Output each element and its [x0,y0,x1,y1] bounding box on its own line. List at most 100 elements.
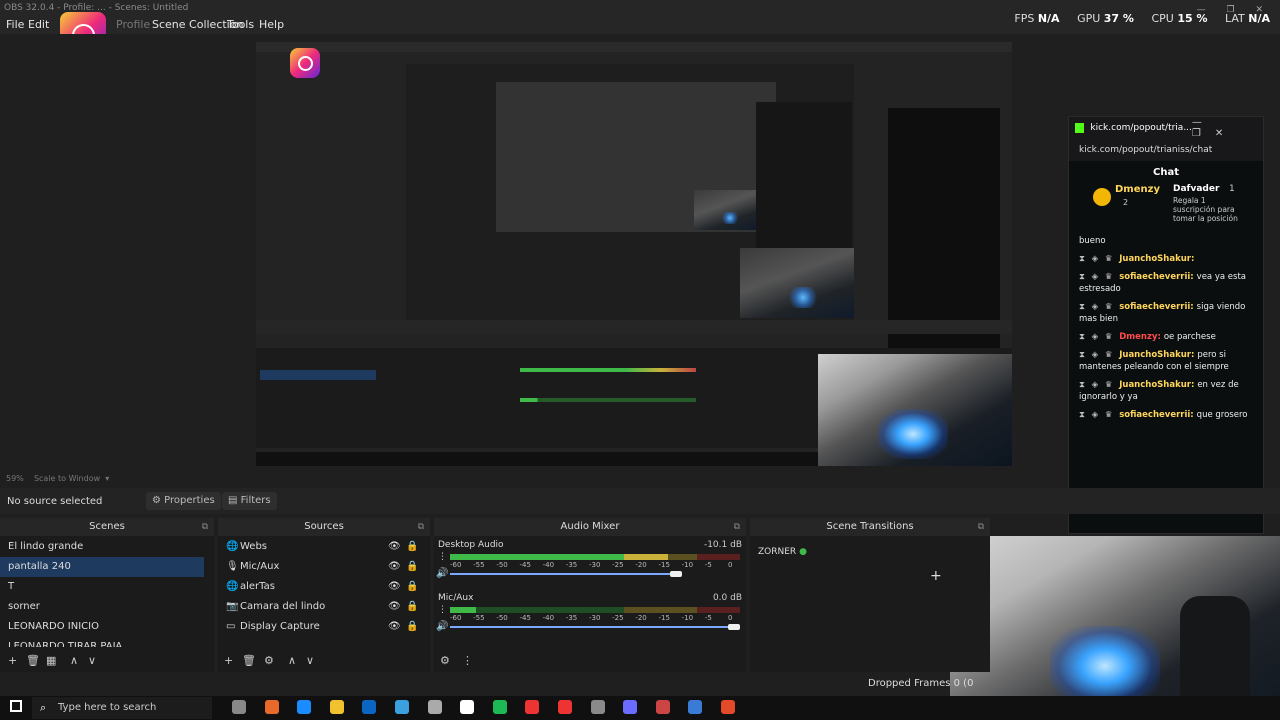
copilot-icon[interactable] [264,700,279,714]
menu-file[interactable]: File [6,18,24,31]
undock-icon[interactable]: ⧉ [978,518,984,536]
lock-icon[interactable]: 🔒 [406,557,418,577]
undock-icon[interactable]: ⧉ [202,518,208,536]
chat-url-bar[interactable]: kick.com/popout/trianiss/chat [1069,139,1263,161]
github-icon[interactable] [590,700,605,714]
chat-username[interactable]: sofiaecheverrii: [1119,302,1196,312]
undock-icon[interactable]: ⧉ [418,518,424,536]
tick-label: -45 [519,561,531,569]
chevron-down-icon[interactable]: ▾ [103,474,109,483]
tick-label: -55 [473,561,485,569]
properties-label: Properties [164,495,215,506]
eye-icon[interactable]: 👁 [388,617,401,637]
source-item[interactable]: 🌐 alerTas 👁 🔒 [222,577,426,597]
volume-slider[interactable] [450,626,740,628]
scenes-dock-header: Scenes ⧉ [0,518,214,536]
eye-icon[interactable]: 👁 [388,537,401,557]
undock-icon[interactable]: ⧉ [734,518,740,536]
source-item[interactable]: ▭ Display Capture 👁 🔒 [222,617,426,637]
discord-icon[interactable] [623,700,638,714]
chat-username[interactable]: JuanchoShakur: [1119,254,1194,264]
add-scene-button[interactable]: + [8,654,17,667]
current-transition[interactable]: ZORNER ● [758,547,807,557]
eye-icon[interactable]: 👁 [388,577,401,597]
source-item[interactable]: 📷 Camara del lindo 👁 🔒 [222,597,426,617]
scale-mode[interactable]: Scale to Window [34,474,100,483]
task-view-icon[interactable] [232,700,246,714]
scene-item[interactable]: pantalla 240 [0,557,204,577]
app-red-icon[interactable] [655,700,670,714]
audio-mixer-dock: Audio Mixer ⧉ Desktop Audio -10.1 dB -60 -5… [434,518,746,672]
taskbar-search[interactable]: ⌕ Type here to search [32,697,212,719]
tick-label: -35 [565,561,578,569]
lock-icon[interactable]: 🔒 [406,617,418,637]
store-icon[interactable] [427,700,442,714]
volume-slider-handle[interactable] [728,624,740,630]
source-label: alerTas [240,581,275,592]
badge-icons: ⧗ ◈ ♛ [1079,302,1120,312]
vpn-icon[interactable] [688,700,703,714]
tick-label: -60 [450,561,462,569]
opera-icon[interactable] [558,700,572,714]
tick-label: 0 [728,561,733,569]
source-properties-button[interactable]: ⚙ [264,654,274,667]
menu-tools[interactable]: Tools [227,18,254,31]
brave-icon[interactable] [721,700,735,714]
chat-username[interactable]: sofiaecheverrii: [1119,410,1196,420]
chat-header: Chat [1153,167,1179,178]
menu-help[interactable]: Help [259,18,284,31]
chat-window-controls[interactable]: —❐✕ [1192,117,1257,139]
move-up-button[interactable]: ∧ [70,654,78,667]
sources-dock: Sources ⧉ 🌐 Webs 👁 🔒 🎙 Mic/Aux 👁 🔒 🌐 alerTas 👁 🔒 📷 Ca… [218,518,430,672]
scene-filters-button[interactable]: ▦ [46,654,56,667]
tick-label: -40 [542,561,555,569]
scene-item[interactable]: El lindo grande [0,537,204,557]
add-source-button[interactable]: + [224,654,233,667]
eye-icon[interactable]: 👁 [388,597,401,617]
remove-source-button[interactable]: 🗑 [242,654,256,667]
properties-button[interactable]: ⚙ Properties [146,492,221,510]
chat-username[interactable]: JuanchoShakur: [1119,380,1197,390]
scene-item[interactable]: LEONARDO TIRAR PAJA [0,637,204,647]
filters-button[interactable]: ▤ Filters [222,492,277,510]
chat-username[interactable]: sofiaecheverrii: [1119,272,1196,282]
source-up-button[interactable]: ∧ [288,654,296,667]
speaker-icon[interactable]: 🔊 [436,568,448,579]
lock-icon[interactable]: 🔒 [406,537,418,557]
volume-slider-handle[interactable] [670,571,682,577]
channel-menu-icon[interactable]: ⋮ [438,552,447,562]
chrome-icon[interactable] [525,700,540,714]
source-item[interactable]: 🎙 Mic/Aux 👁 🔒 [222,557,426,577]
scene-item[interactable]: T [0,577,204,597]
chat-username[interactable]: JuanchoShakur: [1119,350,1197,360]
app-icon[interactable] [460,700,475,714]
scene-item[interactable]: LEONARDO INICIO [0,617,204,637]
move-down-button[interactable]: ∨ [88,654,96,667]
edge-icon[interactable] [297,700,312,714]
channel-menu-icon[interactable]: ⋮ [438,605,447,615]
lock-icon[interactable]: 🔒 [406,597,418,617]
volume-slider[interactable] [450,573,682,575]
badge-icons: ⧗ ◈ ♛ [1079,410,1120,420]
zoom-level[interactable]: 59% [6,474,24,483]
steam-icon[interactable] [395,700,409,714]
source-down-button[interactable]: ∨ [306,654,314,667]
eye-icon[interactable]: 👁 [388,557,401,577]
source-item[interactable]: 🌐 Webs 👁 🔒 [222,537,426,557]
outlook-icon[interactable] [362,700,377,714]
start-button[interactable] [10,700,22,712]
lock-icon[interactable]: 🔒 [406,577,418,597]
chat-username[interactable]: Dmenzy: [1119,332,1164,342]
scenes-dock-footer: + 🗑 ▦ ∧ ∨ [0,652,214,672]
remove-scene-button[interactable]: 🗑 [26,654,40,667]
speaker-icon[interactable]: 🔊 [436,621,448,632]
mixer-settings-icon[interactable]: ⚙ [440,654,450,667]
menu-profile[interactable]: Profile [116,18,150,31]
sources-dock-footer: + 🗑 ⚙ ∧ ∨ [218,652,430,672]
spotify-icon[interactable] [492,700,507,714]
menu-edit[interactable]: Edit [28,18,49,31]
add-transition-button[interactable]: + [930,568,942,584]
mixer-menu-icon[interactable]: ⋮ [462,654,473,667]
scene-item[interactable]: sorner [0,597,204,617]
file-explorer-icon[interactable] [329,700,344,714]
